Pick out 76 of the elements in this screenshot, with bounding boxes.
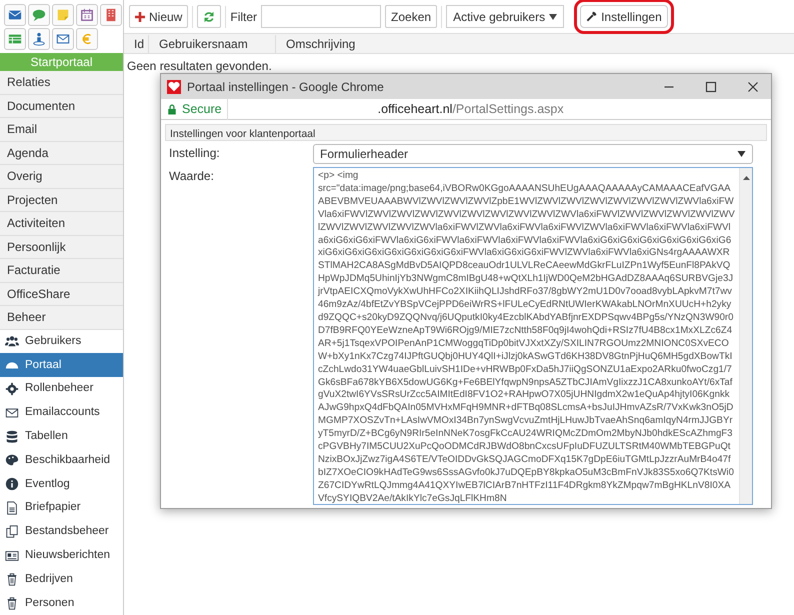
url-text: .officeheart.nl/PortalSettings.aspx <box>378 100 564 118</box>
table-icon <box>8 32 22 46</box>
setting-select[interactable]: Formulierheader <box>313 144 753 164</box>
palette-icon <box>5 453 19 468</box>
status-select[interactable]: Active gebruikers <box>446 5 564 28</box>
admin-menu-item[interactable]: Nieuwsberichten <box>0 544 123 568</box>
filter-field[interactable] <box>261 5 382 28</box>
menu-section[interactable]: Email <box>0 118 123 142</box>
admin-menu-item[interactable]: Tabellen <box>0 424 123 448</box>
menu-section[interactable]: Documenten <box>0 94 123 118</box>
column-header[interactable]: Omschrijving <box>276 34 356 52</box>
mail-app-button[interactable] <box>4 4 26 26</box>
field-label: Waarde: <box>168 168 215 185</box>
new-button[interactable]: Nieuw <box>129 5 188 28</box>
person-app-button[interactable] <box>28 28 50 50</box>
envelope-icon <box>5 406 19 420</box>
maximize-icon[interactable] <box>705 80 717 92</box>
caret-icon <box>549 14 558 20</box>
note-icon <box>56 8 70 22</box>
building-icon <box>104 8 118 22</box>
building-app-button[interactable] <box>100 4 122 26</box>
refresh-icon <box>203 10 216 22</box>
menu-section[interactable]: Projecten <box>0 188 123 212</box>
menu-section[interactable]: Relaties <box>0 71 123 94</box>
caret-icon <box>737 151 746 157</box>
mail-icon <box>8 8 22 22</box>
trash-icon <box>5 572 19 586</box>
envelope-icon <box>56 32 70 46</box>
envelope-app-button[interactable] <box>52 28 74 50</box>
admin-menu-item[interactable]: Portaal <box>0 353 123 378</box>
refresh-button[interactable] <box>197 5 222 28</box>
gear-icon <box>5 382 19 396</box>
admin-menu-item[interactable]: Eventlog <box>0 472 123 496</box>
database-icon <box>5 430 19 444</box>
newspaper-icon <box>5 548 19 563</box>
users-icon <box>5 334 19 348</box>
window-title: Portaal instellingen - Google Chrome <box>187 78 385 96</box>
section-header: Instellingen voor klantenportaal <box>165 124 767 141</box>
scrollbar[interactable] <box>739 168 752 504</box>
admin-menu-item[interactable]: Emailaccounts <box>0 400 123 425</box>
info-icon <box>5 477 19 492</box>
trash-icon <box>5 596 19 610</box>
close-icon[interactable] <box>747 80 759 92</box>
chat-icon <box>32 8 46 22</box>
copy-icon <box>5 524 19 539</box>
menu-section[interactable]: Activiteiten <box>0 212 123 236</box>
filter-label: Filter <box>230 8 258 26</box>
menu-section[interactable]: Agenda <box>0 142 123 165</box>
menu-section[interactable]: Persoonlijk <box>0 236 123 259</box>
plus-icon <box>135 12 145 22</box>
admin-menu-item[interactable]: Rollenbeheer <box>0 377 123 401</box>
admin-menu-item[interactable]: Gebruikers <box>0 330 123 354</box>
heart-icon <box>167 80 181 94</box>
column-header[interactable]: Id <box>124 34 149 52</box>
admin-menu-item[interactable]: Bedrijven <box>0 567 123 592</box>
field-label: Instelling: <box>168 145 221 162</box>
empty-message: Geen resultaten gevonden. <box>126 58 273 75</box>
admin-menu-item[interactable]: Personen <box>0 591 123 615</box>
person-icon <box>32 32 46 46</box>
admin-menu-item[interactable]: Bestandsbeheer <box>0 520 123 544</box>
calendar-app-button[interactable] <box>76 4 98 26</box>
secure-label: Secure <box>182 100 222 118</box>
file-icon <box>5 500 19 515</box>
lock-icon <box>167 104 177 114</box>
table-app-button[interactable] <box>4 28 26 50</box>
menu-section[interactable]: Beheer <box>0 306 123 330</box>
wrench-icon <box>586 11 598 22</box>
chat-app-button[interactable] <box>28 4 50 26</box>
admin-menu-item[interactable]: Beschikbaarheid <box>0 448 123 472</box>
column-header[interactable]: Gebruikersnaam <box>149 34 276 52</box>
admin-menu-item[interactable]: Briefpapier <box>0 496 123 520</box>
menu-section[interactable]: Overig <box>0 165 123 188</box>
menu-section[interactable]: OfficeShare <box>0 282 123 306</box>
menu-section[interactable]: Facturatie <box>0 259 123 282</box>
search-button[interactable]: Zoeken <box>385 5 438 28</box>
calendar-icon <box>80 8 94 22</box>
